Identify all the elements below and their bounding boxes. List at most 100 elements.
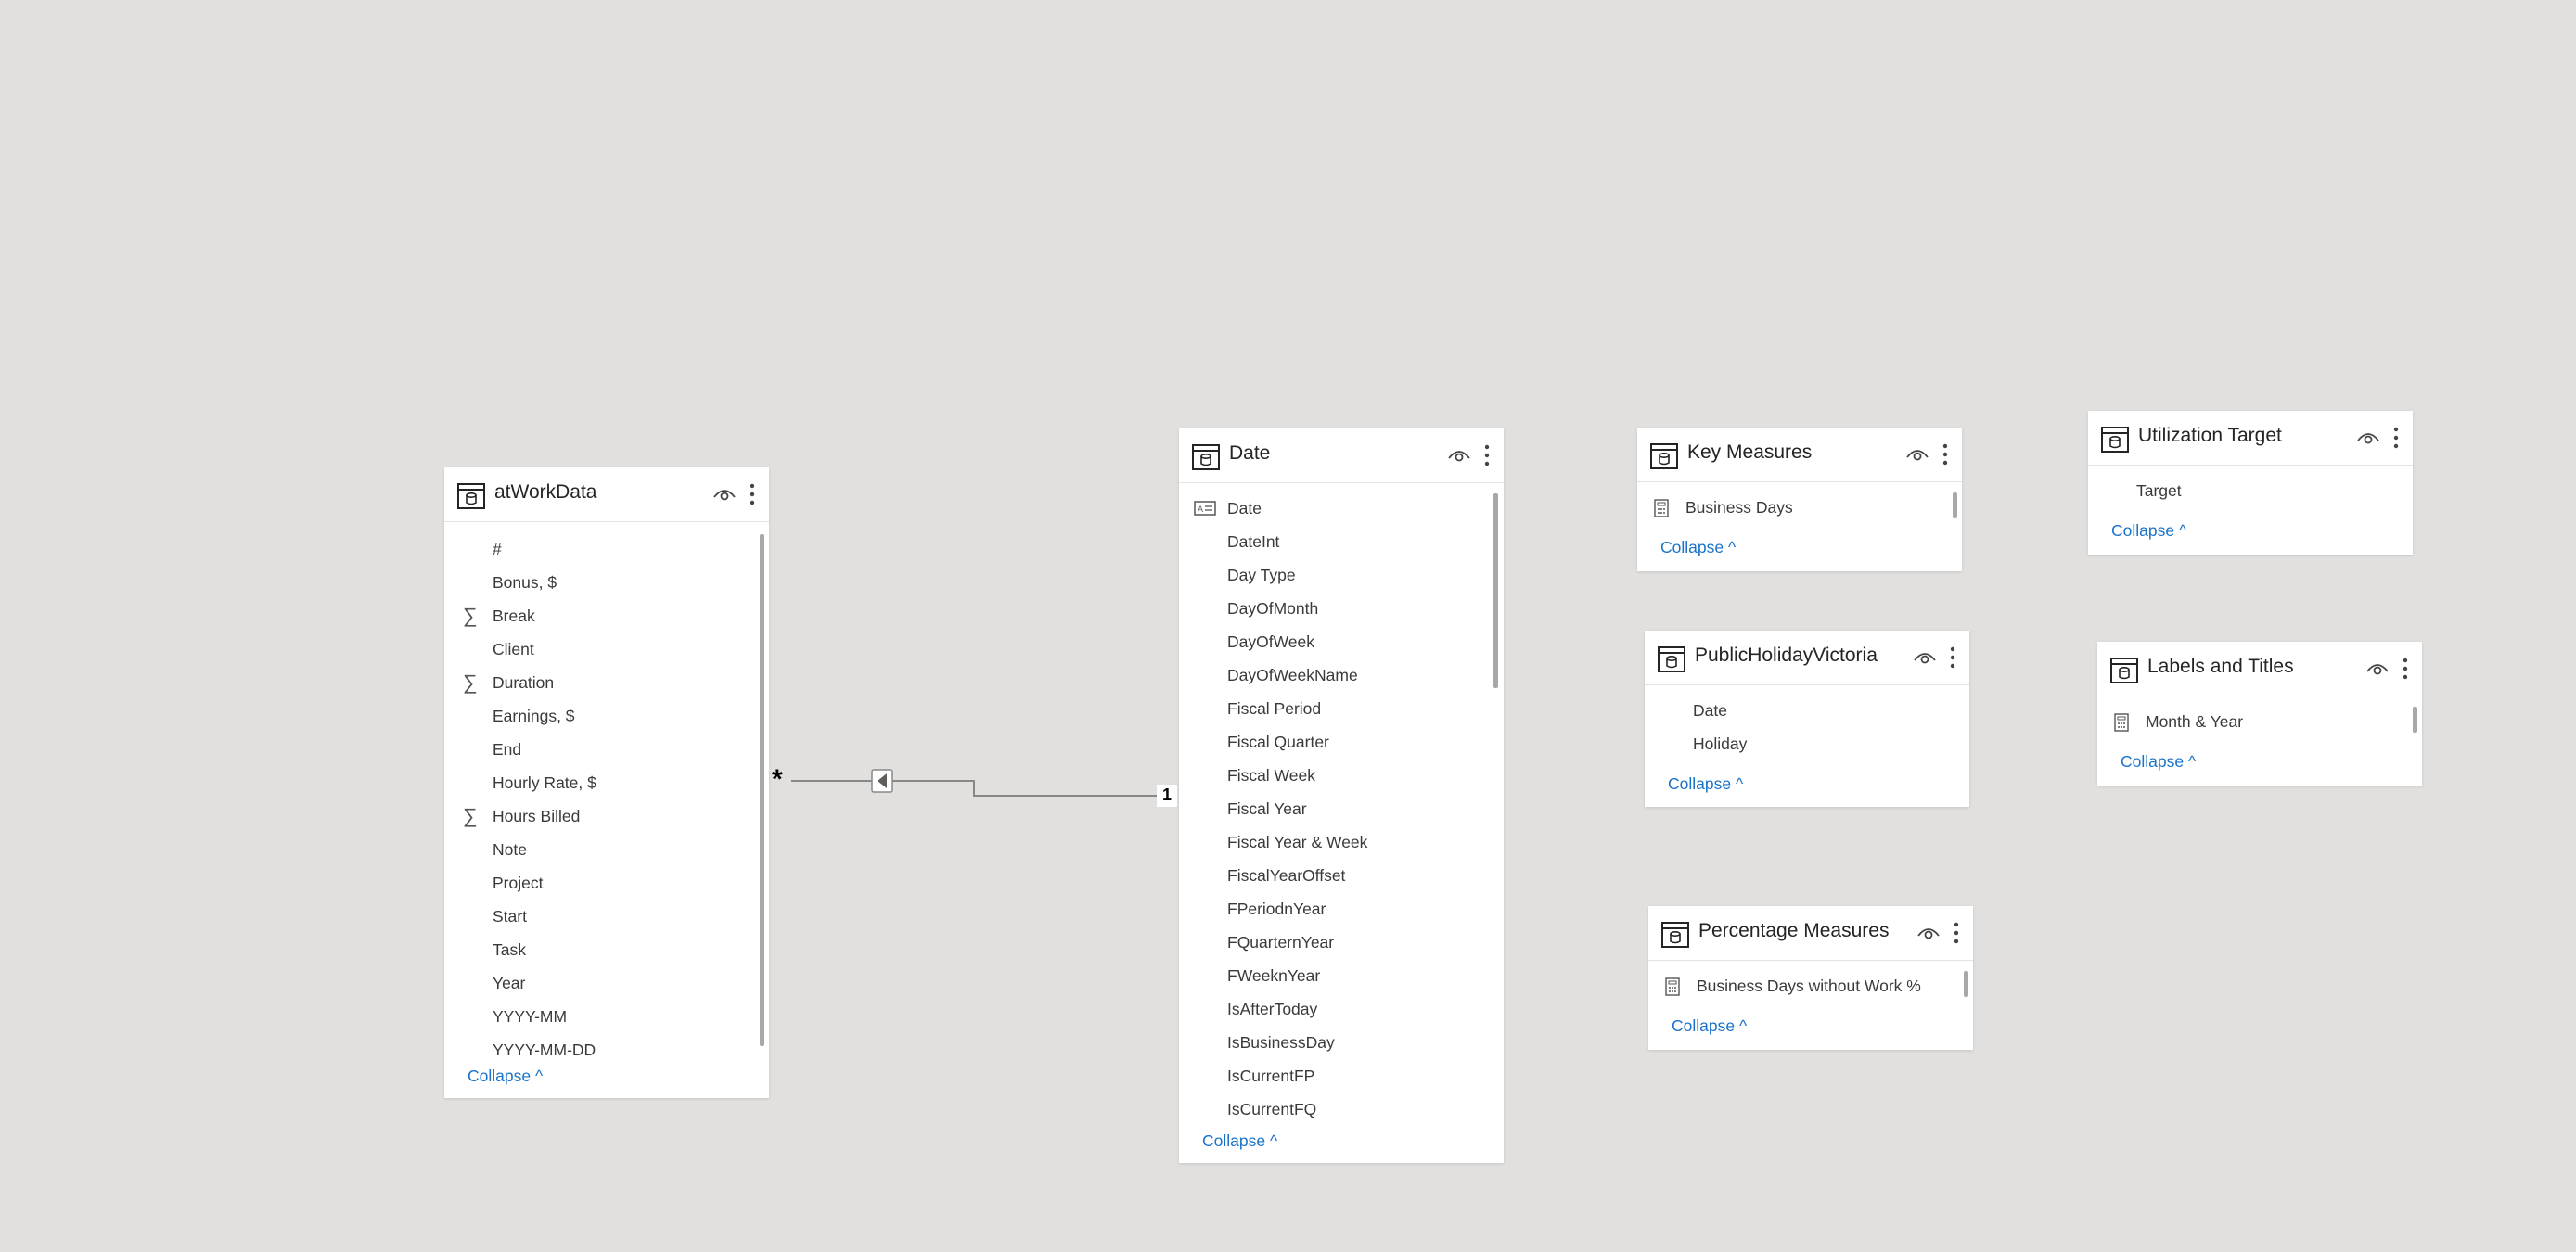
- table-card-header[interactable]: Labels and Titles: [2097, 642, 2422, 696]
- table-card-header[interactable]: PublicHolidayVictoria: [1645, 631, 1969, 685]
- collapse-link[interactable]: Collapse ^: [468, 1067, 543, 1086]
- field-row[interactable]: Bonus, $: [444, 566, 769, 599]
- field-list[interactable]: Month & Year: [2097, 705, 2422, 742]
- field-row[interactable]: Date: [1645, 694, 1969, 727]
- scrollbar[interactable]: [1964, 971, 1968, 997]
- field-row[interactable]: IsBusinessDay: [1179, 1026, 1504, 1059]
- visibility-icon[interactable]: [2356, 429, 2380, 446]
- field-row[interactable]: FQuarternYear: [1179, 926, 1504, 959]
- field-row[interactable]: IsAfterToday: [1179, 992, 1504, 1026]
- field-row[interactable]: #: [444, 532, 769, 566]
- field-row[interactable]: DayOfWeek: [1179, 625, 1504, 658]
- collapse-link[interactable]: Collapse ^: [2121, 752, 2196, 772]
- more-options-icon[interactable]: [748, 482, 757, 506]
- visibility-icon[interactable]: [1905, 446, 1929, 463]
- field-row[interactable]: IsCurrentFQ: [1179, 1092, 1504, 1126]
- field-list[interactable]: A Date DateInt Day Type DayOfMonth DayOf…: [1179, 492, 1504, 1128]
- sigma-icon: ∑: [463, 671, 478, 694]
- scrollbar[interactable]: [1493, 493, 1498, 688]
- field-row[interactable]: Month & Year: [2097, 705, 2422, 738]
- field-row[interactable]: Hourly Rate, $: [444, 766, 769, 799]
- field-row[interactable]: Year: [444, 966, 769, 1000]
- visibility-icon[interactable]: [1916, 925, 1941, 941]
- field-row[interactable]: Day Type: [1179, 558, 1504, 592]
- more-options-icon[interactable]: [1948, 645, 1957, 670]
- more-options-icon[interactable]: [1482, 443, 1492, 467]
- visibility-icon[interactable]: [1913, 649, 1937, 666]
- field-row[interactable]: Fiscal Year: [1179, 792, 1504, 825]
- field-row[interactable]: Task: [444, 933, 769, 966]
- field-row[interactable]: Business Days: [1637, 491, 1962, 524]
- table-icon: [2101, 427, 2129, 453]
- visibility-icon[interactable]: [712, 486, 737, 503]
- collapse-link[interactable]: Collapse ^: [1672, 1016, 1747, 1036]
- scrollbar[interactable]: [2413, 707, 2417, 733]
- table-card-key-measures[interactable]: Key Measures Business Days Collapse ^: [1637, 428, 1962, 571]
- table-card-percentage-measures[interactable]: Percentage Measures Business Days withou…: [1648, 906, 1973, 1050]
- collapse-link[interactable]: Collapse ^: [1660, 538, 1736, 557]
- field-row[interactable]: FPeriodnYear: [1179, 892, 1504, 926]
- more-options-icon[interactable]: [2391, 426, 2401, 450]
- field-list[interactable]: Date Holiday: [1645, 694, 1969, 764]
- field-row[interactable]: FiscalYearOffset: [1179, 859, 1504, 892]
- field-row[interactable]: ∑ Break: [444, 599, 769, 632]
- field-label: FiscalYearOffset: [1227, 866, 1346, 885]
- collapse-link[interactable]: Collapse ^: [2111, 521, 2186, 541]
- table-card-date[interactable]: Date A Date DateInt Day Type DayOfMonth …: [1179, 428, 1504, 1163]
- table-card-utilization-target[interactable]: Utilization Target Target Collapse ^: [2088, 411, 2413, 555]
- field-row[interactable]: A Date: [1179, 492, 1504, 525]
- more-options-icon[interactable]: [1941, 442, 1950, 466]
- field-row[interactable]: DayOfWeekName: [1179, 658, 1504, 692]
- model-canvas[interactable]: * 1 atWorkData # Bonus, $ ∑ Break Client: [0, 0, 2576, 1252]
- visibility-icon[interactable]: [2365, 660, 2390, 677]
- collapse-link[interactable]: Collapse ^: [1202, 1131, 1277, 1151]
- field-row[interactable]: YYYY-MM-DD: [444, 1033, 769, 1057]
- field-label: Fiscal Quarter: [1227, 733, 1329, 751]
- field-row[interactable]: Target: [2088, 474, 2413, 507]
- scrollbar[interactable]: [1953, 492, 1957, 518]
- field-row[interactable]: YYYY-MM: [444, 1000, 769, 1033]
- field-row[interactable]: IsCurrentFP: [1179, 1059, 1504, 1092]
- field-row[interactable]: Note: [444, 833, 769, 866]
- table-card-header[interactable]: Date: [1179, 428, 1504, 483]
- sigma-icon: ∑: [463, 804, 478, 827]
- calculator-icon: [2114, 713, 2129, 732]
- field-list[interactable]: # Bonus, $ ∑ Break Client ∑ Duration Earni…: [444, 532, 769, 1057]
- field-row[interactable]: FWeeknYear: [1179, 959, 1504, 992]
- visibility-icon[interactable]: [1447, 447, 1471, 464]
- field-label: IsBusinessDay: [1227, 1033, 1335, 1052]
- table-card-header[interactable]: atWorkData: [444, 467, 769, 522]
- collapse-link[interactable]: Collapse ^: [1668, 774, 1743, 794]
- field-list[interactable]: Business Days without Work %: [1648, 969, 1973, 1006]
- table-card-labels-and-titles[interactable]: Labels and Titles Month & Year Collapse …: [2097, 642, 2422, 786]
- table-card-atworkdata[interactable]: atWorkData # Bonus, $ ∑ Break Client ∑ Dur…: [444, 467, 769, 1098]
- table-card-header[interactable]: Utilization Target: [2088, 411, 2413, 466]
- table-card-header[interactable]: Percentage Measures: [1648, 906, 1973, 961]
- field-list[interactable]: Business Days: [1637, 491, 1962, 528]
- field-row[interactable]: Start: [444, 900, 769, 933]
- field-row[interactable]: Fiscal Quarter: [1179, 725, 1504, 759]
- field-row[interactable]: Client: [444, 632, 769, 666]
- field-row[interactable]: Project: [444, 866, 769, 900]
- field-row[interactable]: DateInt: [1179, 525, 1504, 558]
- field-label: Fiscal Period: [1227, 699, 1322, 718]
- field-list[interactable]: Target: [2088, 474, 2413, 511]
- table-title: Labels and Titles: [2147, 656, 2294, 677]
- table-card-header[interactable]: Key Measures: [1637, 428, 1962, 482]
- more-options-icon[interactable]: [2401, 657, 2410, 681]
- field-row[interactable]: Fiscal Week: [1179, 759, 1504, 792]
- field-row[interactable]: DayOfMonth: [1179, 592, 1504, 625]
- field-row[interactable]: Business Days without Work %: [1648, 969, 1973, 1003]
- field-row[interactable]: Fiscal Period: [1179, 692, 1504, 725]
- field-row[interactable]: Holiday: [1645, 727, 1969, 760]
- sigma-icon: ∑: [463, 604, 478, 627]
- table-card-publicholidayvictoria[interactable]: PublicHolidayVictoria Date Holiday Colla…: [1645, 631, 1969, 807]
- field-row[interactable]: ∑ Hours Billed: [444, 799, 769, 833]
- field-row[interactable]: ∑ Duration: [444, 666, 769, 699]
- more-options-icon[interactable]: [1952, 921, 1961, 945]
- collapse-label: Collapse: [1202, 1131, 1266, 1150]
- field-row[interactable]: Fiscal Year & Week: [1179, 825, 1504, 859]
- scrollbar[interactable]: [760, 534, 764, 1046]
- field-row[interactable]: Earnings, $: [444, 699, 769, 733]
- field-row[interactable]: End: [444, 733, 769, 766]
